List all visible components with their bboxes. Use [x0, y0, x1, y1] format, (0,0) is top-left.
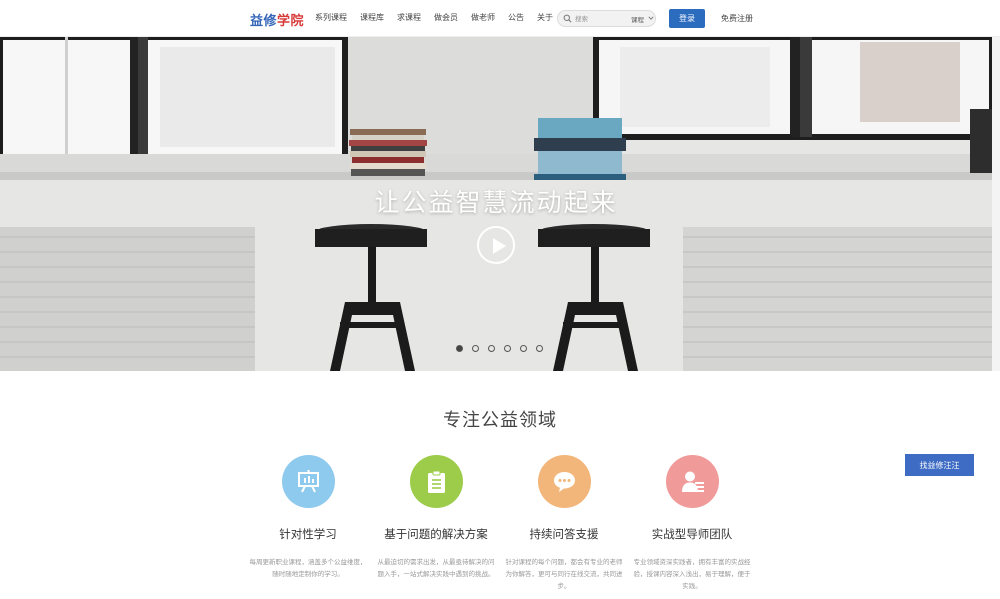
nav-item-become-teacher[interactable]: 做老师 — [471, 12, 495, 23]
carousel-dot[interactable] — [520, 345, 527, 352]
feature-description: 针对课程的每个问题，都会有专业的老师为你解答，更可与同行在线交流，共同进步。 — [505, 558, 623, 590]
search-box: 课程 — [557, 10, 656, 27]
nav-item-course-library[interactable]: 课程库 — [360, 12, 384, 23]
nav-item-series-courses[interactable]: 系列课程 — [315, 12, 347, 23]
contact-float-button[interactable]: 找益修汪汪 — [905, 454, 974, 476]
play-icon — [493, 238, 506, 254]
feature-qa-support: 持续问答支援 针对课程的每个问题，都会有专业的老师为你解答，更可与同行在线交流，… — [504, 455, 624, 592]
feature-title: 针对性学习 — [279, 527, 337, 541]
logo-text-part1: 益修 — [250, 14, 278, 29]
carousel-dot[interactable] — [472, 345, 479, 352]
nav-item-request-course[interactable]: 求课程 — [397, 12, 421, 23]
chat-bubble-icon — [553, 472, 575, 492]
section-title: 专注公益领域 — [443, 410, 557, 431]
nav-item-announcements[interactable]: 公告 — [508, 12, 524, 23]
feature-icon-circle — [537, 455, 591, 508]
login-button[interactable]: 登录 — [669, 9, 705, 28]
nav-item-about[interactable]: 关于 — [537, 12, 553, 23]
carousel-indicators — [456, 345, 543, 352]
chevron-down-icon[interactable] — [648, 15, 654, 21]
hero-title: 让公益智慧流动起来 — [374, 188, 618, 217]
feature-title: 持续问答支援 — [529, 527, 599, 541]
feature-description: 专业领域资深实践者，拥有丰富的实战经验，授课内容深入浅出，易于理解，便于实践。 — [633, 558, 751, 590]
search-icon — [563, 14, 572, 23]
hero-banner[interactable]: 让公益智慧流动起来 — [0, 37, 992, 371]
feature-description: 从最迫切的需求出发，从最亟待解决的问题入手，一站式解决实践中遇到的挑战。 — [377, 558, 495, 578]
carousel-dot[interactable] — [456, 345, 463, 352]
carousel-dot[interactable] — [536, 345, 543, 352]
search-type-select[interactable]: 课程 — [631, 14, 644, 24]
feature-problem-solutions: 基于问题的解决方案 从最迫切的需求出发，从最亟待解决的问题入手，一站式解决实践中… — [376, 455, 496, 580]
clipboard-icon — [427, 470, 445, 493]
logo-text-part2: 学院 — [277, 14, 305, 29]
feature-targeted-learning: 针对性学习 每周更新职业课程，涵盖多个公益维度，随时随地定制你的学习。 — [248, 455, 368, 580]
main-nav: 系列课程 课程库 求课程 做会员 做老师 公告 关于 — [315, 12, 553, 23]
feature-icon-circle — [409, 455, 463, 508]
feature-title: 实战型导师团队 — [651, 527, 733, 541]
play-video-button[interactable] — [477, 226, 515, 264]
carousel-dot[interactable] — [504, 345, 511, 352]
presentation-board-icon — [297, 470, 319, 493]
register-link[interactable]: 免费注册 — [721, 13, 753, 24]
mentor-icon — [681, 471, 704, 492]
page-gutter — [992, 37, 1000, 371]
site-logo[interactable]: 益修学院 — [250, 10, 304, 29]
carousel-dot[interactable] — [488, 345, 495, 352]
feature-icon-circle — [665, 455, 719, 508]
feature-description: 每周更新职业课程，涵盖多个公益维度，随时随地定制你的学习。 — [249, 558, 367, 578]
search-input[interactable] — [575, 11, 623, 26]
top-header: 益修学院 系列课程 课程库 求课程 做会员 做老师 公告 关于 课程 登录 免费… — [0, 0, 1000, 37]
feature-icon-circle — [281, 455, 335, 508]
nav-item-membership[interactable]: 做会员 — [434, 12, 458, 23]
feature-title: 基于问题的解决方案 — [384, 527, 488, 541]
feature-mentor-team: 实战型导师团队 专业领域资深实践者，拥有丰富的实战经验，授课内容深入浅出，易于理… — [632, 455, 752, 592]
